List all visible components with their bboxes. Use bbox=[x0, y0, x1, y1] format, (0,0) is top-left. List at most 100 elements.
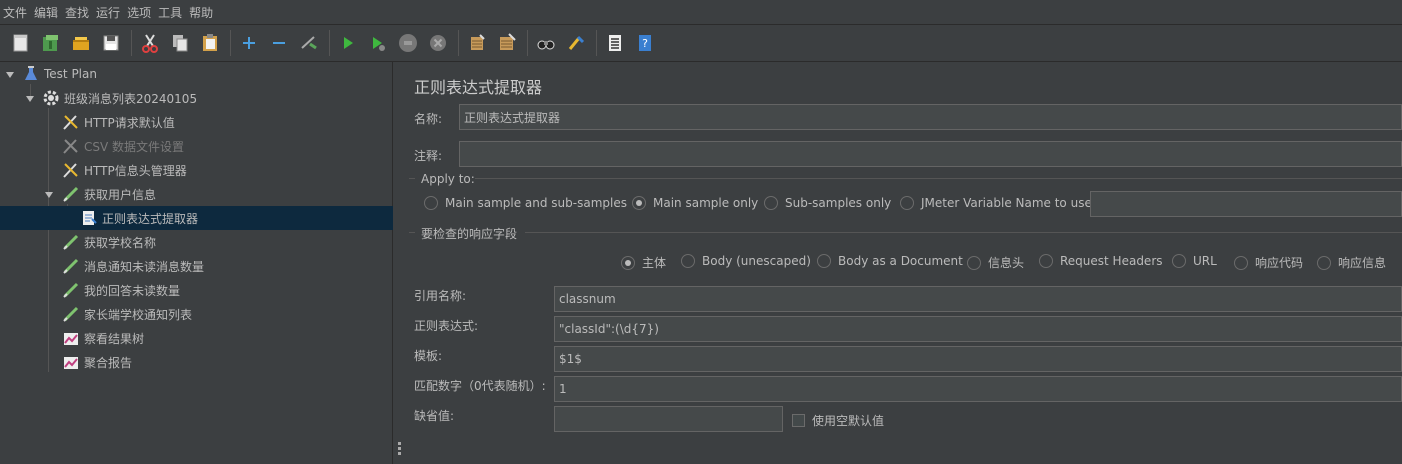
toolbar-separator bbox=[458, 30, 459, 56]
tree-node-label: HTTP请求默认值 bbox=[84, 115, 175, 130]
sampler-icon bbox=[62, 257, 80, 275]
search-icon[interactable] bbox=[533, 30, 559, 56]
sampler-icon bbox=[62, 305, 80, 323]
new-icon[interactable] bbox=[8, 30, 34, 56]
match-no-field[interactable]: 1 bbox=[554, 376, 1402, 402]
radio-dot bbox=[681, 254, 695, 268]
field-to-check-legend: 要检查的响应字段 bbox=[421, 227, 518, 241]
menu-run[interactable]: 运行 bbox=[96, 4, 120, 21]
splitter-grip-icon[interactable] bbox=[398, 442, 401, 456]
group-border bbox=[475, 178, 1402, 179]
tree-node-parent-school-notices[interactable]: 家长端学校通知列表 bbox=[62, 302, 192, 326]
cut-icon[interactable] bbox=[137, 30, 163, 56]
pane-splitter[interactable] bbox=[393, 62, 403, 464]
shutdown-icon[interactable] bbox=[425, 30, 451, 56]
page-title: 正则表达式提取器 bbox=[414, 78, 543, 97]
listener-icon bbox=[62, 353, 80, 371]
use-empty-default-checkbox[interactable]: 使用空默认值 bbox=[792, 412, 884, 429]
default-value-field[interactable] bbox=[554, 406, 783, 432]
menu-edit[interactable]: 编辑 bbox=[34, 4, 58, 21]
tree-node-label: 获取用户信息 bbox=[84, 187, 157, 202]
tree-node-label: 聚合报告 bbox=[84, 355, 133, 370]
clear-icon[interactable] bbox=[464, 30, 490, 56]
field-body-radio[interactable]: 主体 bbox=[621, 254, 666, 271]
tree-node-unread-notifications[interactable]: 消息通知未读消息数量 bbox=[62, 254, 204, 278]
help-icon[interactable]: ? bbox=[632, 30, 658, 56]
apply-main-and-sub-radio[interactable]: Main sample and sub-samples bbox=[424, 196, 627, 210]
radio-dot bbox=[817, 254, 831, 268]
reset-search-icon[interactable] bbox=[563, 30, 589, 56]
tree-node-http-defaults[interactable]: HTTP请求默认值 bbox=[62, 110, 175, 134]
radio-dot bbox=[1172, 254, 1186, 268]
sampler-icon bbox=[62, 281, 80, 299]
tree-node-label: 班级消息列表20240105 bbox=[64, 91, 198, 106]
toolbar-separator bbox=[131, 30, 132, 56]
field-response-code-radio[interactable]: 响应代码 bbox=[1234, 254, 1303, 271]
variable-name-field[interactable] bbox=[1090, 191, 1402, 217]
radio-dot bbox=[1317, 255, 1331, 270]
clear-all-icon[interactable] bbox=[494, 30, 520, 56]
field-headers-radio[interactable]: 信息头 bbox=[967, 254, 1024, 271]
field-request-headers-radio[interactable]: Request Headers bbox=[1039, 254, 1163, 268]
start-icon[interactable] bbox=[335, 30, 361, 56]
collapse-caret-icon[interactable] bbox=[44, 190, 54, 200]
menu-help[interactable]: 帮助 bbox=[189, 4, 213, 21]
tree-node-test-plan[interactable]: Test Plan bbox=[22, 62, 97, 86]
collapse-icon[interactable] bbox=[266, 30, 292, 56]
radio-dot bbox=[632, 196, 646, 210]
wrench-icon bbox=[62, 137, 80, 155]
open-icon[interactable] bbox=[68, 30, 94, 56]
toolbar-separator bbox=[329, 30, 330, 56]
comment-field[interactable] bbox=[459, 141, 1402, 167]
collapse-caret-icon[interactable] bbox=[25, 94, 35, 104]
template-field[interactable]: $1$ bbox=[554, 346, 1402, 372]
field-response-message-radio[interactable]: 响应信息 bbox=[1317, 254, 1386, 271]
apply-sub-only-radio[interactable]: Sub-samples only bbox=[764, 196, 891, 210]
sampler-icon bbox=[62, 233, 80, 251]
save-icon[interactable] bbox=[98, 30, 124, 56]
svg-text:?: ? bbox=[642, 37, 648, 50]
menu-search[interactable]: 查找 bbox=[65, 4, 89, 21]
regex-field[interactable]: "classId":(\d{7}) bbox=[554, 316, 1402, 342]
regex-label: 正则表达式: bbox=[414, 319, 479, 333]
listener-icon bbox=[62, 329, 80, 347]
tree-node-view-results-tree[interactable]: 察看结果树 bbox=[62, 326, 144, 350]
templates-icon[interactable] bbox=[38, 30, 64, 56]
tree-node-csv-data-set[interactable]: CSV 数据文件设置 bbox=[62, 134, 184, 158]
tree-node-label: 消息通知未读消息数量 bbox=[84, 259, 205, 274]
apply-to-legend: Apply to: bbox=[421, 172, 475, 186]
copy-icon[interactable] bbox=[167, 30, 193, 56]
ref-name-field[interactable]: classnum bbox=[554, 286, 1402, 312]
apply-main-only-radio[interactable]: Main sample only bbox=[632, 196, 758, 210]
field-body-document-radio[interactable]: Body as a Document bbox=[817, 254, 963, 268]
menu-file[interactable]: 文件 bbox=[3, 4, 27, 21]
field-url-radio[interactable]: URL bbox=[1172, 254, 1217, 268]
radio-dot bbox=[1234, 255, 1248, 270]
comment-label: 注释: bbox=[414, 149, 443, 163]
menu-options[interactable]: 选项 bbox=[127, 4, 151, 21]
toggle-icon[interactable] bbox=[296, 30, 322, 56]
tree-node-get-school-name[interactable]: 获取学校名称 bbox=[62, 230, 156, 254]
menu-tools[interactable]: 工具 bbox=[158, 4, 182, 21]
gear-icon bbox=[42, 89, 60, 107]
checkbox-box bbox=[792, 414, 805, 427]
name-field[interactable]: 正则表达式提取器 bbox=[459, 104, 1402, 130]
function-helper-icon[interactable] bbox=[602, 30, 628, 56]
collapse-caret-icon[interactable] bbox=[5, 70, 15, 80]
tree-node-header-manager[interactable]: HTTP信息头管理器 bbox=[62, 158, 187, 182]
stop-icon[interactable] bbox=[395, 30, 421, 56]
test-plan-tree: Test Plan 班级消息列表20240105 HTTP请求默认值 CSV 数… bbox=[0, 62, 393, 464]
tree-node-regex-extractor[interactable]: 正则表达式提取器 bbox=[0, 206, 393, 230]
wrench-icon bbox=[62, 113, 80, 131]
paste-icon[interactable] bbox=[197, 30, 223, 56]
tree-node-get-user-info[interactable]: 获取用户信息 bbox=[62, 182, 156, 206]
apply-variable-radio[interactable]: JMeter Variable Name to use bbox=[900, 196, 1092, 210]
tree-node-aggregate-report[interactable]: 聚合报告 bbox=[62, 350, 132, 374]
tree-node-thread-group[interactable]: 班级消息列表20240105 bbox=[42, 86, 197, 110]
tree-node-my-answers-unread[interactable]: 我的回答未读数量 bbox=[62, 278, 180, 302]
field-body-unescaped-radio[interactable]: Body (unescaped) bbox=[681, 254, 811, 268]
expand-icon[interactable] bbox=[236, 30, 262, 56]
tree-guide-line bbox=[48, 108, 49, 372]
start-no-pause-icon[interactable] bbox=[365, 30, 391, 56]
tree-node-label: 我的回答未读数量 bbox=[84, 283, 181, 298]
